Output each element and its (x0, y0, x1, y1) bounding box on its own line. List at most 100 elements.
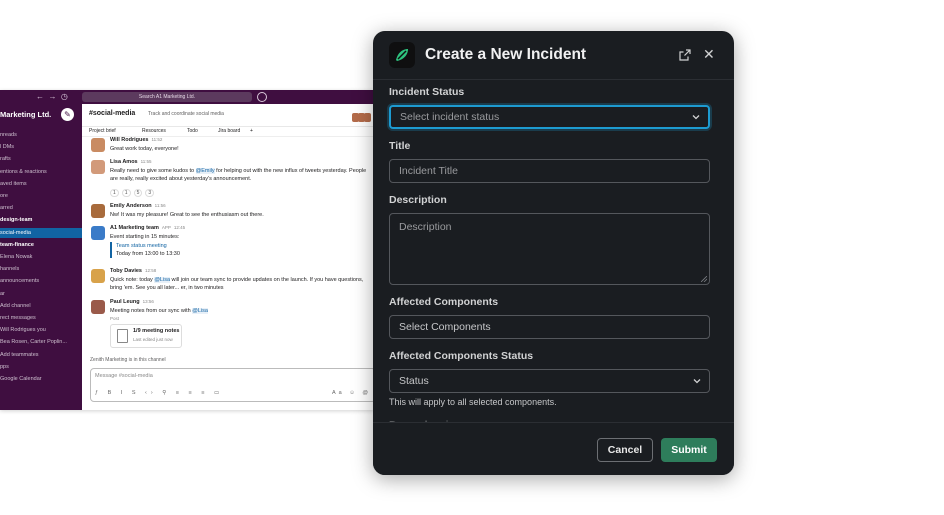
sidebar-item[interactable]: rect messages (0, 313, 82, 323)
event-card[interactable]: Team status meeting Today from 13:00 to … (110, 242, 180, 258)
sidebar-item[interactable]: pps (0, 362, 82, 372)
sidebar-item[interactable]: social-media (0, 227, 82, 238)
message-author[interactable]: Lisa Amos 11:55 (110, 159, 152, 165)
message-composer[interactable]: Message #social-media ƒ B I S ‹› ⚲ ≡ ≡ ≡… (90, 368, 374, 402)
sidebar-item[interactable]: hannels (0, 264, 82, 274)
bookmark-jira-board[interactable]: Jira board (218, 128, 240, 134)
sidebar-item[interactable]: Add teammates (0, 350, 82, 360)
message: A1 Marketing team APP 12:45 Event starting… (82, 225, 374, 263)
reaction-count[interactable]: 1 (110, 189, 119, 197)
post-label: Post (110, 316, 120, 321)
sidebar-item[interactable]: Bea Rosen, Carter Poplin... (0, 337, 82, 347)
help-icon[interactable] (257, 92, 267, 102)
file-card[interactable]: 1/9 meeting notes Last edited just now (110, 324, 182, 348)
message: Will Rodrigues 11:52 Great work today, ev… (82, 137, 374, 155)
message-author[interactable]: Emily Anderson 11:56 (110, 203, 166, 209)
message-author[interactable]: Will Rodrigues 11:52 (110, 137, 162, 143)
reaction-count[interactable]: 1 (121, 189, 131, 197)
message-text: Great work today, everyone! (110, 146, 179, 152)
reaction-bar[interactable]: 1153 (110, 189, 157, 197)
affected-components-label: Affected Components (389, 296, 499, 308)
title-label: Title (389, 140, 411, 152)
formatting-toolbar-icon[interactable]: ƒ B I S ‹› ⚲ ≡ ≡ ≡ ▭ (95, 390, 223, 396)
description-textarea[interactable]: Description (389, 213, 710, 285)
message-author[interactable]: Toby Davies 12:58 (110, 268, 156, 274)
message-author[interactable]: Paul Leung 13:56 (110, 299, 154, 305)
message-text: Event starting in 15 minutes: (110, 234, 180, 240)
channel-name[interactable]: #social-media (89, 110, 135, 117)
message-author[interactable]: A1 Marketing team APP 12:45 (110, 225, 185, 231)
message: Toby Davies 12:58 Quick note: today @Lisa… (82, 268, 374, 296)
chevron-down-icon (692, 115, 700, 120)
add-bookmark-button[interactable]: + (250, 128, 253, 134)
sidebar-item[interactable]: Add channel (0, 301, 82, 311)
composer-actions-icon[interactable]: Aa ☺ @ (332, 390, 371, 396)
sidebar-item[interactable]: arred (0, 203, 82, 213)
message: Paul Leung 13:56 Meeting notes from our s… (82, 299, 374, 349)
slack-search-bar[interactable]: Search A1 Marketing Ltd. (82, 92, 252, 102)
bookmark-todo[interactable]: Todo (187, 128, 198, 134)
message-text: Quick note: today @Lisa will join our te… (110, 277, 364, 291)
incident-status-select[interactable]: Select incident status (389, 105, 710, 129)
affected-components-select[interactable]: Select Components (389, 315, 710, 339)
bookmark-resources[interactable]: Resources (142, 128, 166, 134)
create-incident-modal: Create a New Incident ✕ Incident Status … (373, 31, 734, 475)
title-input[interactable]: Incident Title (389, 159, 710, 183)
file-subtitle: Last edited just now (133, 337, 173, 342)
slack-window: ← → ◷ Search A1 Marketing Ltd. Marketing… (0, 90, 374, 410)
sidebar-item[interactable]: Elena Nowak (0, 252, 82, 262)
sidebar-item[interactable]: l DMs (0, 142, 82, 152)
sidebar-item[interactable]: aved items (0, 179, 82, 189)
avatar[interactable] (91, 160, 105, 174)
sidebar-item[interactable]: Will Rodrigues you (0, 325, 82, 335)
channel-topic: Track and coordinate social media (148, 111, 224, 117)
modal-footer: Cancel Submit (373, 422, 734, 475)
channel-header: #social-media Track and coordinate socia… (82, 104, 374, 127)
sidebar-item[interactable]: nreads (0, 130, 82, 140)
cancel-button[interactable]: Cancel (597, 438, 653, 462)
message: Emily Anderson 11:56 Nw! It was my pleasu… (82, 203, 374, 221)
sidebar-item[interactable]: announcements (0, 276, 82, 286)
bookmark-project-brief[interactable]: Project brief (89, 128, 116, 134)
history-arrows-icon[interactable]: ← → ◷ (36, 92, 68, 101)
sidebar-item[interactable]: team-finance (0, 240, 82, 250)
message-text: Nw! It was my pleasure! Great to see the… (110, 212, 264, 218)
avatar[interactable] (91, 138, 105, 152)
workspace-name[interactable]: Marketing Ltd. (0, 110, 51, 119)
submit-button[interactable]: Submit (661, 438, 717, 462)
chevron-down-icon (693, 379, 701, 384)
avatar[interactable] (91, 226, 105, 240)
sidebar-item[interactable]: design-team (0, 215, 82, 225)
modal-title: Create a New Incident (425, 46, 587, 63)
compose-icon[interactable]: ✎ (61, 108, 74, 121)
event-time: Today from 13:00 to 13:30 (116, 251, 180, 257)
sidebar-item[interactable]: ore (0, 191, 82, 201)
file-title[interactable]: 1/9 meeting notes (133, 328, 179, 334)
avatar[interactable] (91, 204, 105, 218)
slack-sidebar: Marketing Ltd. ✎ nreads l DMs rafts entions… (0, 104, 82, 410)
components-status-select[interactable]: Status (389, 369, 710, 393)
member-avatars[interactable] (352, 109, 374, 122)
reaction-count[interactable]: 3 (145, 189, 155, 197)
sidebar-item[interactable]: ar (0, 289, 82, 299)
close-icon[interactable]: ✕ (703, 47, 717, 61)
resize-grip-icon[interactable] (701, 276, 707, 282)
reaction-count[interactable]: 5 (133, 189, 143, 197)
sidebar-item[interactable]: rafts (0, 154, 82, 164)
message: Lisa Amos 11:55 Really need to give some … (82, 159, 374, 199)
document-icon (117, 329, 128, 343)
sidebar-item[interactable]: Google Calendar (0, 374, 82, 384)
channel-status: Zenith Marketing is in this channel (90, 357, 166, 363)
event-title[interactable]: Team status meeting (116, 242, 180, 250)
components-status-placeholder: Status (399, 375, 429, 387)
components-status-label: Affected Components Status (389, 350, 534, 362)
sidebar-item[interactable]: entions & reactions (0, 167, 82, 177)
popout-icon[interactable] (679, 48, 693, 62)
message-input[interactable]: Message #social-media (95, 373, 153, 379)
message-text: Meeting notes from our sync with @Lisa (110, 308, 208, 314)
description-label: Description (389, 194, 447, 206)
components-status-hint: This will apply to all selected componen… (389, 397, 557, 407)
avatar[interactable] (91, 269, 105, 283)
header-divider (373, 79, 734, 80)
avatar[interactable] (91, 300, 105, 314)
